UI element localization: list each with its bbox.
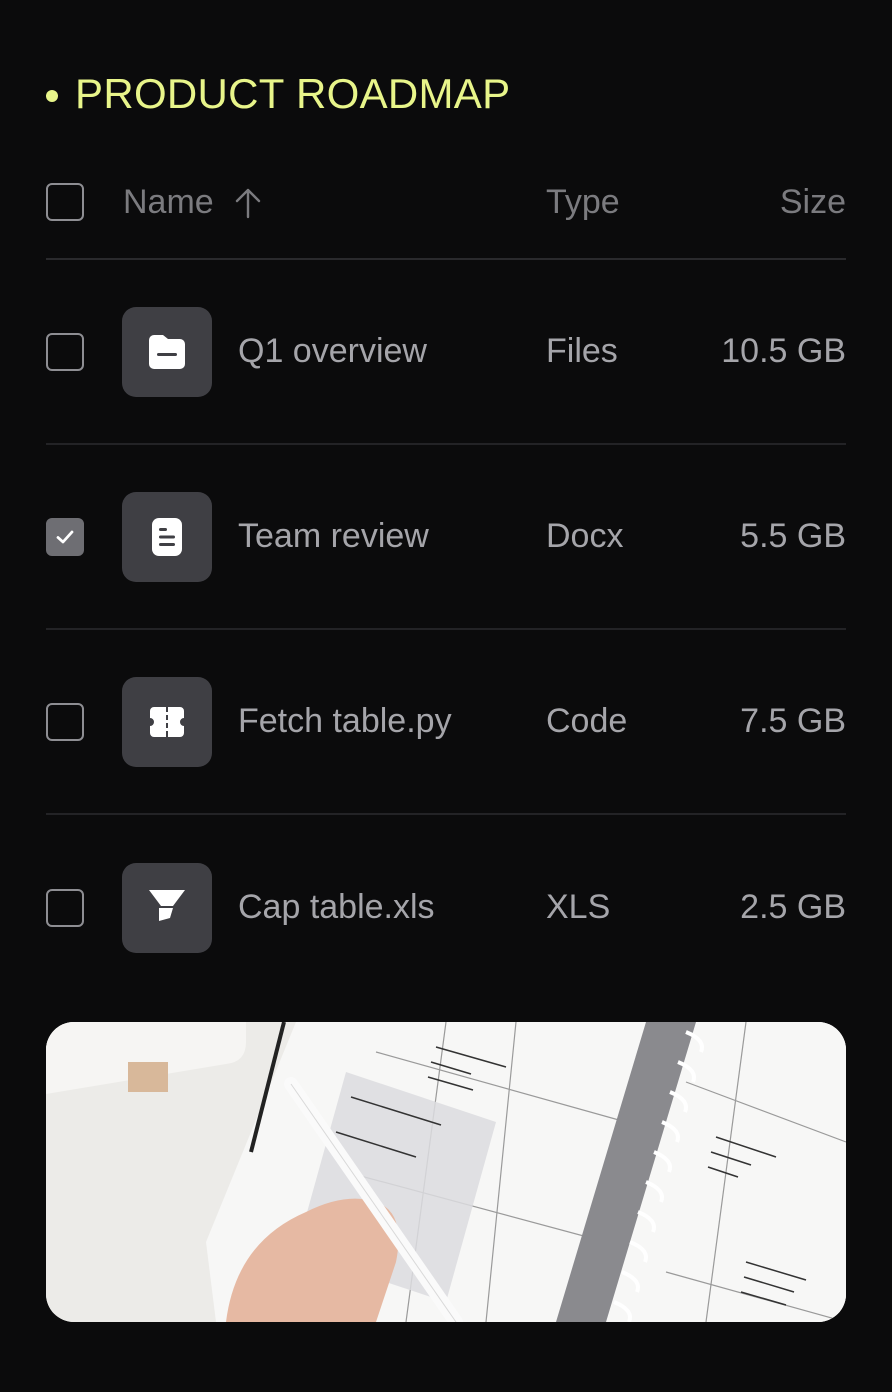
arrow-up-icon[interactable] — [234, 187, 262, 219]
select-all-checkbox[interactable] — [46, 183, 84, 221]
type-column-header[interactable]: Type — [546, 183, 696, 222]
checkmark-icon — [56, 530, 74, 543]
planner-photo — [46, 1022, 846, 1322]
size-column-header[interactable]: Size — [696, 183, 846, 222]
row-checkbox[interactable] — [46, 888, 84, 927]
page: PRODUCT ROADMAP Name Type Size Q1 overvi… — [0, 0, 892, 1392]
planner-illustration — [46, 1022, 846, 1322]
file-name: Fetch table.py — [238, 702, 452, 740]
file-type: Code — [546, 702, 628, 740]
table-row[interactable]: Q1 overview Files 10.5 GB — [46, 260, 846, 445]
row-checkbox[interactable] — [46, 702, 84, 741]
file-name: Q1 overview — [238, 332, 427, 370]
section-title: PRODUCT ROADMAP — [46, 70, 510, 118]
table-row[interactable]: Team review Docx 5.5 GB — [46, 445, 846, 630]
file-name: Team review — [238, 517, 429, 555]
name-column-header[interactable]: Name — [123, 183, 546, 222]
file-table: Name Type Size Q1 overview Files 10.5 GB — [46, 168, 846, 1000]
row-checkbox[interactable] — [46, 517, 84, 556]
file-size: 2.5 GB — [740, 888, 846, 926]
file-type: XLS — [546, 888, 611, 926]
file-size: 5.5 GB — [740, 517, 846, 555]
file-size: 7.5 GB — [740, 702, 846, 740]
bullet-dot-icon — [46, 90, 58, 102]
ticket-icon — [122, 676, 212, 767]
section-title-text: PRODUCT ROADMAP — [75, 70, 511, 117]
name-header-label: Name — [123, 183, 214, 221]
file-type: Files — [546, 332, 618, 370]
folder-icon — [122, 306, 212, 397]
funnel-icon — [122, 862, 212, 953]
file-type: Docx — [546, 517, 624, 555]
table-header: Name Type Size — [46, 168, 846, 260]
table-row[interactable]: Cap table.xls XLS 2.5 GB — [46, 815, 846, 1000]
document-icon — [122, 491, 212, 582]
file-size: 10.5 GB — [721, 332, 846, 370]
file-name: Cap table.xls — [238, 888, 435, 926]
table-row[interactable]: Fetch table.py Code 7.5 GB — [46, 630, 846, 815]
row-checkbox[interactable] — [46, 332, 84, 371]
